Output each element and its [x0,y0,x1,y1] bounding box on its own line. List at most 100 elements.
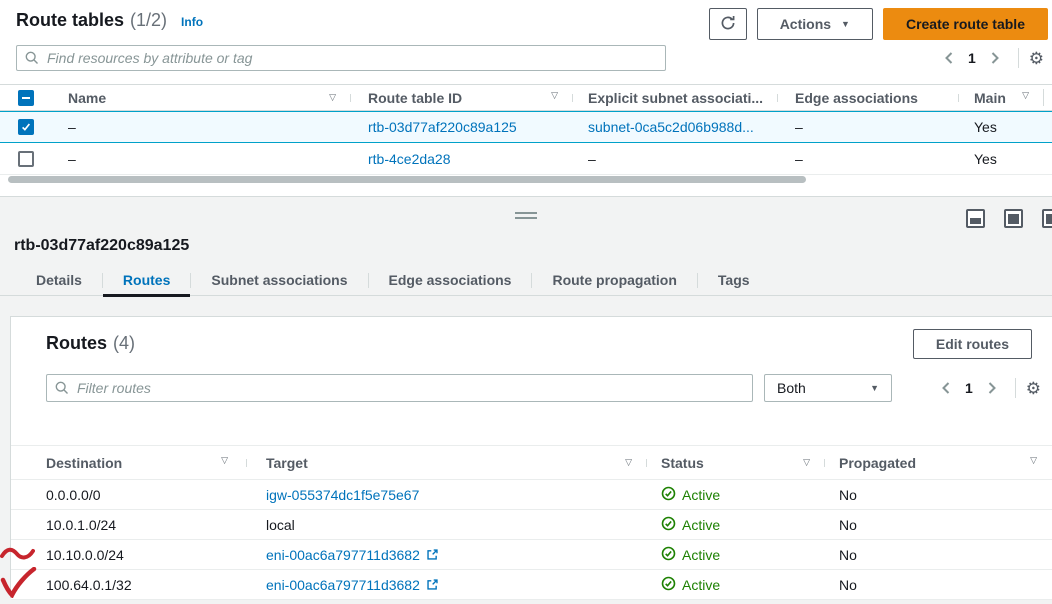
table-row[interactable]: – rtb-4ce2da28 – – Yes [0,143,1052,175]
prev-page-button[interactable] [936,45,962,71]
column-header-name[interactable]: Name ▽ [52,90,350,106]
column-header-explicit-subnet[interactable]: Explicit subnet associati... [572,90,777,106]
row-checkbox-checked[interactable] [18,119,34,135]
external-link-icon[interactable] [426,548,439,561]
edit-routes-button[interactable]: Edit routes [913,329,1032,359]
sort-icon: ▽ [1030,455,1037,466]
cell-edge: – [795,151,803,167]
routes-table: Destination ▽ Target ▽ Status ▽ Propagat… [11,445,1052,597]
row-checkbox-unchecked[interactable] [18,151,34,167]
info-link[interactable]: Info [181,15,203,29]
sort-icon: ▽ [221,455,228,466]
panel-tabs: Details Routes Subnet associations Edge … [0,265,1052,296]
search-row [16,45,666,71]
column-header-status[interactable]: Status ▽ [646,455,824,471]
settings-gear-icon[interactable]: ⚙ [1029,50,1044,67]
top-pagination: 1 ⚙ [936,44,1044,72]
routes-card: Routes (4) Edit routes Both ▼ 1 [10,316,1052,598]
status-text: Active [682,517,720,533]
divider [1015,378,1016,398]
route-row[interactable]: 10.10.0.0/24 eni-00ac6a797711d3682 Activ… [11,540,1052,570]
layout-bottom-panel-icon[interactable] [966,209,985,228]
route-tables-table: Name ▽ Route table ID ▽ Explicit subnet … [0,84,1052,175]
cell-propagated: No [839,517,857,533]
scope-select[interactable]: Both ▼ [764,374,892,402]
column-header-overflow [1043,85,1052,110]
tab-subnet-associations[interactable]: Subnet associations [191,265,367,296]
status-ok-icon [661,516,676,534]
cell-edge: – [795,119,803,135]
routes-title: Routes [46,333,107,354]
column-header-propagated[interactable]: Propagated ▽ [824,455,1052,471]
cell-name: – [68,119,76,135]
toolbar: Actions ▼ Create route table [709,8,1048,40]
page-title: Route tables [16,10,124,31]
external-link-icon[interactable] [426,578,439,591]
routes-header-row: Destination ▽ Target ▽ Status ▽ Propagat… [11,445,1052,480]
panel-resize-handle[interactable] [515,212,537,222]
page-number: 1 [968,50,976,66]
subnet-association-link[interactable]: subnet-0ca5c2d06b988d... [588,119,754,135]
create-route-table-button[interactable]: Create route table [883,8,1048,40]
table-row[interactable]: – rtb-03d77af220c89a125 subnet-0ca5c2d06… [0,111,1052,143]
column-header-edge-associations[interactable]: Edge associations [777,90,958,106]
cell-destination: 0.0.0.0/0 [46,487,101,503]
refresh-icon [720,15,736,34]
status-ok-icon [661,486,676,504]
route-table-id-link[interactable]: rtb-4ce2da28 [368,151,451,167]
layout-full-panel-icon[interactable] [1004,209,1023,228]
sort-icon: ▽ [551,90,558,101]
column-header-main[interactable]: Main ▽ [958,90,1043,106]
column-header-route-table-id[interactable]: Route table ID ▽ [350,90,572,106]
target-link[interactable]: eni-00ac6a797711d3682 [266,547,420,563]
cell-name: – [68,151,76,167]
page-number: 1 [965,380,973,396]
prev-page-button[interactable] [933,375,959,401]
column-header-destination[interactable]: Destination ▽ [11,455,246,471]
route-row[interactable]: 100.64.0.1/32 eni-00ac6a797711d3682 Acti… [11,570,1052,600]
sort-icon: ▽ [625,457,632,468]
tab-details[interactable]: Details [16,265,102,296]
tab-edge-associations[interactable]: Edge associations [369,265,532,296]
tab-route-propagation[interactable]: Route propagation [532,265,696,296]
settings-gear-icon[interactable]: ⚙ [1026,380,1041,397]
selected-count: (1/2) [130,10,167,31]
column-header-target[interactable]: Target ▽ [246,455,646,471]
next-page-button[interactable] [982,45,1008,71]
table-header-row: Name ▽ Route table ID ▽ Explicit subnet … [0,84,1052,111]
layout-side-panel-icon[interactable] [1042,209,1052,228]
cell-destination: 10.0.1.0/24 [46,517,116,533]
select-all-checkbox[interactable] [18,90,34,106]
routes-count: (4) [113,333,135,354]
route-tables-console: Route tables (1/2) Info Actions ▼ Create… [0,0,1052,604]
route-table-id-link[interactable]: rtb-03d77af220c89a125 [368,119,517,135]
target-link[interactable]: igw-055374dc1f5e75e67 [266,487,419,503]
caret-down-icon: ▼ [841,19,850,29]
scope-select-value: Both [777,380,806,396]
search-icon [25,51,39,68]
cell-target: local [266,517,295,533]
horizontal-scrollbar[interactable] [8,176,806,183]
actions-button[interactable]: Actions ▼ [757,8,873,40]
cell-propagated: No [839,487,857,503]
route-row[interactable]: 0.0.0.0/0 igw-055374dc1f5e75e67 Active N… [11,480,1052,510]
status-text: Active [682,487,720,503]
sort-icon: ▽ [1022,90,1029,101]
caret-down-icon: ▼ [870,383,879,393]
filter-routes-input[interactable] [46,374,753,402]
next-page-button[interactable] [979,375,1005,401]
cell-propagated: No [839,547,857,563]
create-label: Create route table [906,16,1025,32]
panel-layout-controls [966,209,1052,228]
tab-routes[interactable]: Routes [103,265,190,296]
cell-subnet: – [588,151,596,167]
target-link[interactable]: eni-00ac6a797711d3682 [266,577,420,593]
status-ok-icon [661,576,676,594]
cell-main: Yes [974,119,997,135]
refresh-button[interactable] [709,8,747,40]
tab-tags[interactable]: Tags [698,265,770,296]
actions-label: Actions [780,16,831,32]
search-input[interactable] [16,45,666,71]
route-row[interactable]: 10.0.1.0/24 local Active No [11,510,1052,540]
cell-destination: 100.64.0.1/32 [46,577,132,593]
